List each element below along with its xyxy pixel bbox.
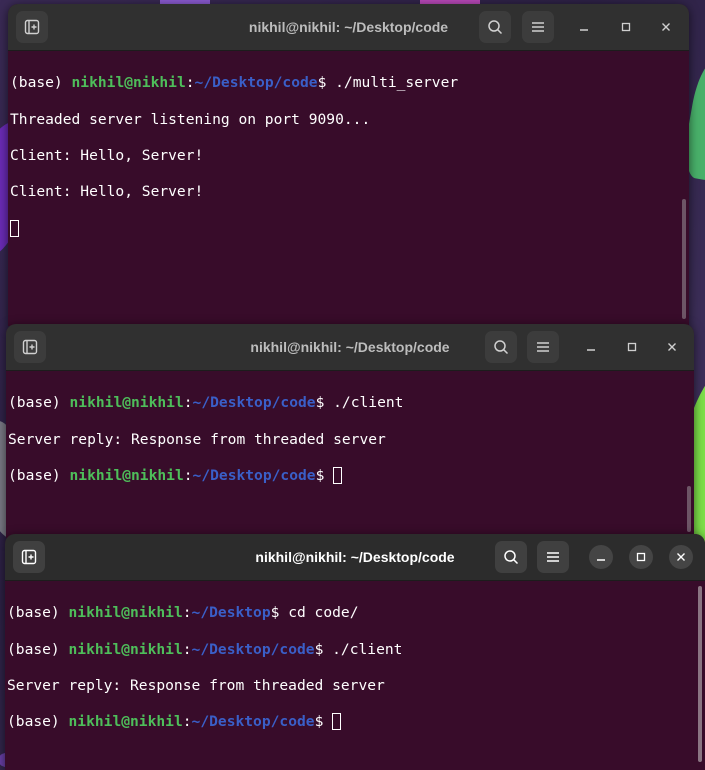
terminal-line: (base) nikhil@nikhil:~/Desktop/code$ ./c… xyxy=(7,640,403,658)
terminal-output[interactable]: (base) nikhil@nikhil:~/Desktop/code$ ./m… xyxy=(8,51,689,326)
search-icon xyxy=(504,550,519,565)
new-tab-icon xyxy=(24,19,40,35)
terminal-window-server[interactable]: nikhil@nikhil: ~/Desktop/code (base) nik… xyxy=(8,4,689,326)
maximize-button[interactable] xyxy=(620,335,644,359)
title-bar[interactable]: nikhil@nikhil: ~/Desktop/code xyxy=(6,324,694,371)
new-tab-icon xyxy=(21,549,37,565)
terminal-line: Server reply: Response from threaded ser… xyxy=(8,430,386,448)
text-cursor xyxy=(332,713,342,731)
terminal-line: (base) nikhil@nikhil:~/Desktop/code$ xyxy=(7,713,705,731)
hamburger-menu-icon xyxy=(537,342,549,352)
title-bar[interactable]: nikhil@nikhil: ~/Desktop/code xyxy=(8,4,689,51)
terminal-line: (base) nikhil@nikhil:~/Desktop/code$ xyxy=(8,466,694,485)
scrollbar[interactable] xyxy=(687,486,691,532)
search-button[interactable] xyxy=(479,11,511,43)
terminal-line: (base) nikhil@nikhil:~/Desktop$ cd code/ xyxy=(7,604,359,622)
maximize-button[interactable] xyxy=(629,545,653,569)
title-bar[interactable]: nikhil@nikhil: ~/Desktop/code xyxy=(5,534,705,581)
maximize-icon xyxy=(636,552,646,562)
close-button[interactable] xyxy=(660,335,684,359)
menu-button[interactable] xyxy=(522,11,554,43)
terminal-output[interactable]: (base) nikhil@nikhil:~/Desktop/code$ ./c… xyxy=(6,371,694,538)
maximize-icon xyxy=(621,22,631,32)
close-icon xyxy=(668,343,676,351)
search-button[interactable] xyxy=(485,331,517,363)
close-button[interactable] xyxy=(669,545,693,569)
terminal-line xyxy=(10,219,689,238)
minimize-button[interactable] xyxy=(572,15,596,39)
terminal-line: Client: Hello, Server! xyxy=(10,183,204,201)
minimize-button[interactable] xyxy=(589,545,613,569)
search-icon xyxy=(488,20,503,35)
close-icon xyxy=(677,553,685,561)
terminal-line: Server reply: Response from threaded ser… xyxy=(7,676,385,694)
scrollbar[interactable] xyxy=(682,199,686,319)
minimize-icon xyxy=(597,559,605,561)
new-tab-button[interactable] xyxy=(13,541,45,573)
close-button[interactable] xyxy=(654,15,678,39)
maximize-icon xyxy=(627,342,637,352)
menu-button[interactable] xyxy=(537,541,569,573)
terminal-line: (base) nikhil@nikhil:~/Desktop/code$ ./c… xyxy=(8,394,404,412)
terminal-line: Threaded server listening on port 9090..… xyxy=(10,110,371,128)
minimize-button[interactable] xyxy=(579,335,603,359)
terminal-window-client-1[interactable]: nikhil@nikhil: ~/Desktop/code (base) nik… xyxy=(6,324,694,538)
new-tab-icon xyxy=(22,339,38,355)
hamburger-menu-icon xyxy=(547,552,559,562)
hamburger-menu-icon xyxy=(532,22,544,32)
text-cursor xyxy=(333,466,343,484)
minimize-icon xyxy=(580,29,588,31)
new-tab-button[interactable] xyxy=(14,331,46,363)
terminal-window-client-2[interactable]: nikhil@nikhil: ~/Desktop/code (base) nik… xyxy=(5,534,705,770)
terminal-output[interactable]: (base) nikhil@nikhil:~/Desktop$ cd code/… xyxy=(5,581,705,770)
terminal-line: Client: Hello, Server! xyxy=(10,146,204,164)
menu-button[interactable] xyxy=(527,331,559,363)
search-button[interactable] xyxy=(495,541,527,573)
new-tab-button[interactable] xyxy=(16,11,48,43)
terminal-line: (base) nikhil@nikhil:~/Desktop/code$ ./m… xyxy=(10,74,459,92)
scrollbar[interactable] xyxy=(698,586,702,762)
maximize-button[interactable] xyxy=(614,15,638,39)
search-icon xyxy=(494,340,509,355)
close-icon xyxy=(662,23,670,31)
text-cursor xyxy=(10,219,19,237)
minimize-icon xyxy=(587,349,595,351)
